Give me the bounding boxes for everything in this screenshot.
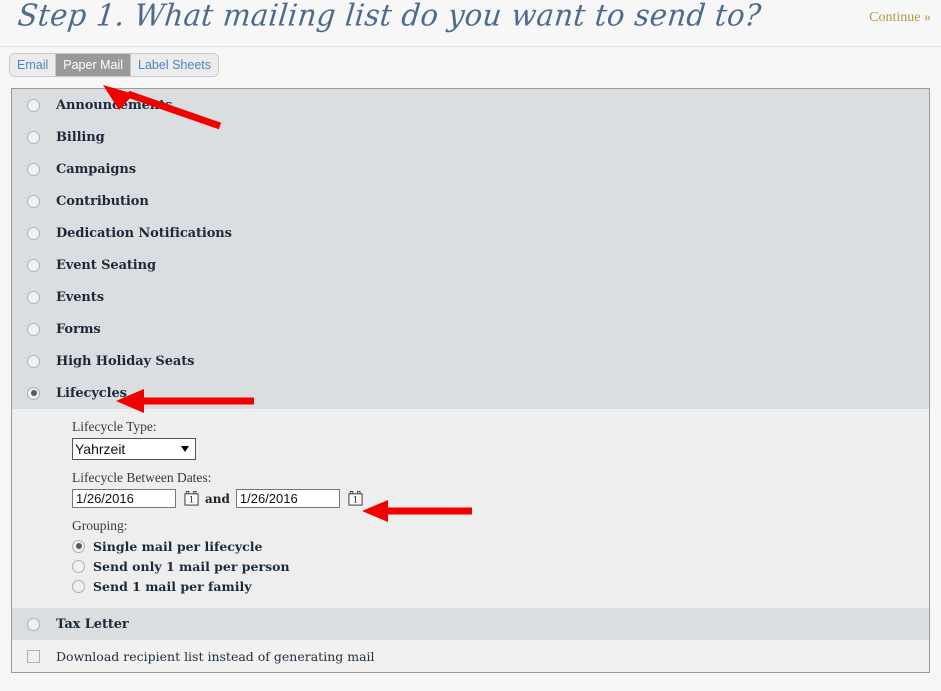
download-recipient-list-label: Download recipient list instead of gener… (56, 648, 375, 664)
list-item-label: High Holiday Seats (56, 353, 195, 369)
lifecycle-type-select[interactable]: Yahrzeit (72, 438, 196, 460)
radio-contribution[interactable] (27, 194, 40, 208)
list-item-label: Tax Letter (56, 616, 129, 632)
date-range-conjunction: and (205, 491, 230, 506)
grouping-option-label: Send only 1 mail per person (93, 558, 290, 574)
list-item-events[interactable]: Events (12, 281, 929, 313)
list-item-contribution[interactable]: Contribution (12, 185, 929, 217)
calendar-icon-to[interactable]: 1 (348, 491, 363, 506)
list-item-announcements[interactable]: Announcements (12, 89, 929, 121)
calendar-icon-from[interactable]: 1 (184, 491, 199, 506)
list-item-billing[interactable]: Billing (12, 121, 929, 153)
list-item-forms[interactable]: Forms (12, 313, 929, 345)
list-item-label: Dedication Notifications (56, 225, 232, 241)
radio-forms[interactable] (27, 322, 40, 336)
svg-text:1: 1 (353, 495, 358, 505)
radio-single-mail-per-lifecycle[interactable] (72, 539, 85, 553)
mailing-mode-tabs: Email Paper Mail Label Sheets (9, 53, 219, 77)
list-item-label: Announcements (56, 97, 173, 113)
svg-text:1: 1 (189, 495, 194, 505)
radio-one-mail-per-family[interactable] (72, 579, 85, 593)
radio-high-holiday-seats[interactable] (27, 354, 40, 368)
grouping-option-single-mail-per-lifecycle[interactable]: Single mail per lifecycle (72, 536, 929, 556)
page-title: Step 1. What mailing list do you want to… (16, 0, 763, 33)
list-item-high-holiday-seats[interactable]: High Holiday Seats (12, 345, 929, 377)
grouping-label: Grouping: (72, 518, 128, 533)
list-item-label: Billing (56, 129, 105, 145)
list-item-dedication-notifications[interactable]: Dedication Notifications (12, 217, 929, 249)
list-item-label: Forms (56, 321, 101, 337)
list-item-label: Lifecycles (56, 385, 127, 401)
list-item-label: Event Seating (56, 257, 156, 273)
lifecycle-type-label: Lifecycle Type: (72, 419, 157, 434)
continue-link[interactable]: Continue » (869, 10, 931, 26)
download-recipient-list-row[interactable]: Download recipient list instead of gener… (12, 640, 929, 672)
grouping-option-label: Send 1 mail per family (93, 578, 252, 594)
list-item-label: Contribution (56, 193, 149, 209)
page-header: Step 1. What mailing list do you want to… (0, 0, 941, 47)
lifecycle-dates-label: Lifecycle Between Dates: (72, 470, 212, 485)
list-item-tax-letter[interactable]: Tax Letter (12, 608, 929, 640)
tab-label-sheets[interactable]: Label Sheets (131, 54, 218, 76)
mailing-list-options: Announcements Billing Campaigns Contribu… (11, 88, 930, 673)
checkbox-download-recipient-list[interactable] (27, 649, 40, 663)
list-item-campaigns[interactable]: Campaigns (12, 153, 929, 185)
lifecycle-dates-row: 1 and 1 (72, 489, 929, 508)
list-item-label: Campaigns (56, 161, 136, 177)
radio-billing[interactable] (27, 130, 40, 144)
tab-paper-mail[interactable]: Paper Mail (56, 54, 132, 76)
date-to-input[interactable] (235, 489, 340, 508)
radio-campaigns[interactable] (27, 162, 40, 176)
tab-email[interactable]: Email (10, 54, 57, 76)
radio-announcements[interactable] (27, 98, 40, 112)
radio-one-mail-per-person[interactable] (72, 559, 85, 573)
date-from-input[interactable] (72, 489, 176, 508)
tabbar-container: Email Paper Mail Label Sheets (0, 47, 941, 85)
radio-dedication-notifications[interactable] (27, 226, 40, 240)
radio-tax-letter[interactable] (27, 617, 40, 631)
grouping-option-label: Single mail per lifecycle (93, 538, 263, 554)
lifecycle-options-panel: Lifecycle Type: Yahrzeit Lifecycle Betwe… (12, 409, 929, 608)
list-item-event-seating[interactable]: Event Seating (12, 249, 929, 281)
radio-events[interactable] (27, 290, 40, 304)
list-item-lifecycles[interactable]: Lifecycles (12, 377, 929, 409)
radio-lifecycles[interactable] (27, 386, 40, 400)
grouping-option-one-mail-per-family[interactable]: Send 1 mail per family (72, 576, 929, 596)
lifecycle-type-select-wrap: Yahrzeit (72, 438, 196, 460)
list-item-label: Events (56, 289, 104, 305)
lifecycle-type-row: Yahrzeit (72, 438, 929, 460)
grouping-option-one-mail-per-person[interactable]: Send only 1 mail per person (72, 556, 929, 576)
radio-event-seating[interactable] (27, 258, 40, 272)
